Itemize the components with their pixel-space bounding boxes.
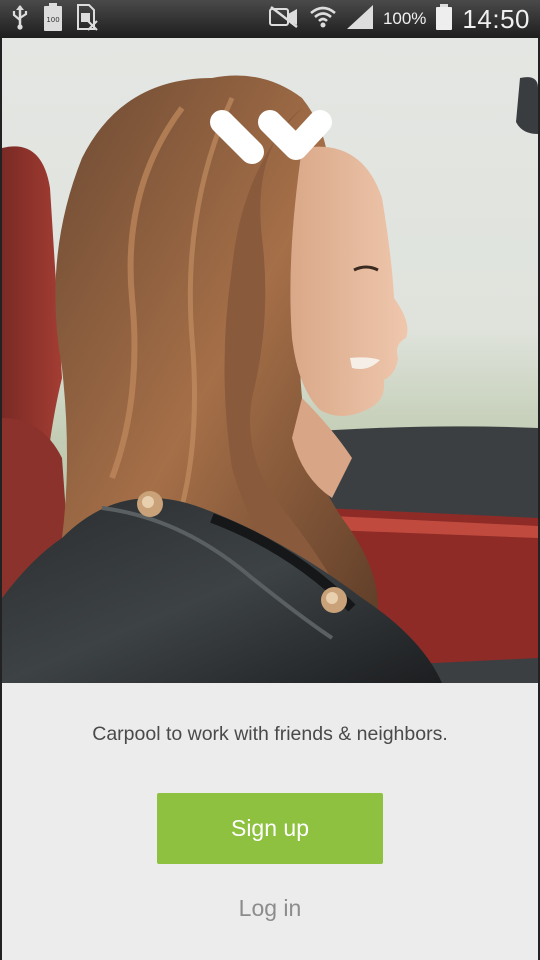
signal-icon bbox=[346, 4, 373, 34]
log-in-link[interactable]: Log in bbox=[2, 895, 538, 922]
screen-edge-left bbox=[0, 38, 2, 960]
sim-icon bbox=[76, 3, 98, 36]
usb-icon bbox=[10, 4, 30, 35]
hero-photo bbox=[2, 38, 538, 683]
battery-100-icon: 100 bbox=[44, 2, 62, 36]
checkmark-logo-icon bbox=[208, 108, 334, 166]
clock: 14:50 bbox=[462, 3, 530, 34]
mute-icon bbox=[268, 5, 299, 33]
sign-up-button[interactable]: Sign up bbox=[157, 793, 383, 864]
battery-icon bbox=[436, 3, 453, 35]
battery-badge-text: 100 bbox=[46, 16, 59, 24]
wifi-icon bbox=[309, 5, 337, 34]
welcome-panel: Carpool to work with friends & neighbors… bbox=[2, 683, 538, 960]
status-bar: 100 100% 14:50 bbox=[0, 0, 540, 38]
battery-percent: 100% bbox=[382, 9, 427, 28]
tagline: Carpool to work with friends & neighbors… bbox=[92, 723, 448, 745]
